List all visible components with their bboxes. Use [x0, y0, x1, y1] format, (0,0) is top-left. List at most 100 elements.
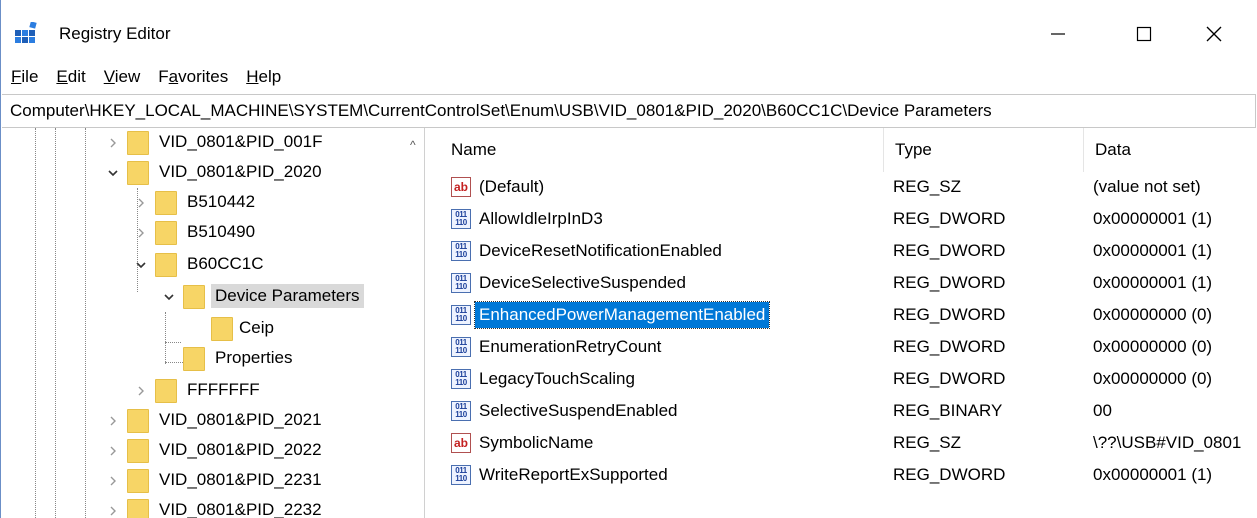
chevron-right-icon[interactable]	[105, 443, 121, 459]
chevron-right-icon[interactable]	[105, 135, 121, 151]
tree-item-label: VID_0801&PID_2021	[159, 410, 322, 429]
value-name: SelectiveSuspendEnabled	[479, 401, 678, 420]
tree-item-label: FFFFFFF	[187, 380, 260, 399]
value-data: \??\USB#VID_0801	[1093, 433, 1242, 452]
column-header-type[interactable]: Type	[883, 128, 1083, 172]
menu-favorites[interactable]: Favorites	[149, 67, 237, 87]
value-name: SymbolicName	[479, 433, 594, 452]
tree-item[interactable]: B510490	[9, 218, 407, 248]
value-type: REG_DWORD	[893, 337, 1006, 356]
column-header-name[interactable]: Name	[439, 128, 883, 172]
tree-item[interactable]: VID_0801&PID_2020	[9, 158, 407, 188]
tree-item[interactable]: B510442	[9, 188, 407, 218]
value-data: 0x00000001 (1)	[1093, 273, 1213, 292]
folder-icon	[127, 131, 149, 155]
menu-help[interactable]: Help	[237, 67, 290, 87]
tree-item[interactable]: VID_0801&PID_2232	[9, 496, 407, 518]
key-tree-pane[interactable]: ^ VID_0801&PID_001F VID_0801&PID_2020 B510…	[9, 128, 425, 518]
folder-icon	[127, 439, 149, 463]
value-row[interactable]: 011 110 WriteReportExSupported REG_DWORD 0x0…	[439, 460, 1257, 492]
menu-file[interactable]: File	[1, 67, 47, 87]
value-type: REG_DWORD	[893, 465, 1006, 484]
folder-icon	[127, 409, 149, 433]
chevron-right-icon[interactable]	[133, 383, 149, 399]
value-data: 0x00000001 (1)	[1093, 465, 1213, 484]
value-row[interactable]: 011 110 DeviceResetNotificationEnabled REG_…	[439, 236, 1257, 268]
pane-splitter[interactable]	[425, 128, 439, 518]
tree-item-label: B60CC1C	[187, 254, 264, 273]
tree-item[interactable]: FFFFFFF	[9, 376, 407, 406]
string-value-icon: ab	[451, 177, 471, 197]
menu-edit[interactable]: Edit	[47, 67, 94, 87]
minimize-icon	[1051, 33, 1065, 35]
binary-value-icon: 011 110	[451, 209, 471, 229]
column-header-data-label: Data	[1095, 140, 1131, 159]
menu-view[interactable]: View	[95, 67, 150, 87]
scroll-up-arrow-icon[interactable]: ^	[410, 138, 416, 152]
binary-value-icon: 011 110	[451, 273, 471, 293]
chevron-right-icon[interactable]	[105, 473, 121, 489]
value-name: DeviceSelectiveSuspended	[479, 273, 686, 292]
folder-icon	[155, 253, 177, 277]
folder-icon	[127, 161, 149, 185]
tree-item[interactable]: VID_0801&PID_2021	[9, 406, 407, 436]
tree-item[interactable]: Device Parameters	[9, 282, 407, 312]
folder-icon	[155, 221, 177, 245]
value-data: (value not set)	[1093, 177, 1201, 196]
close-button[interactable]	[1181, 12, 1247, 56]
value-row[interactable]: 011 110 EnumerationRetryCount REG_DWORD 0x00…	[439, 332, 1257, 364]
chevron-right-icon[interactable]	[105, 413, 121, 429]
value-name: (Default)	[479, 177, 545, 196]
registry-editor-window: Registry Editor File Edit View Favorites Hel…	[0, 0, 1257, 518]
column-header-type-label: Type	[895, 140, 932, 159]
tree-item-label: VID_0801&PID_2231	[159, 470, 322, 489]
chevron-right-icon[interactable]	[133, 225, 149, 241]
chevron-down-icon[interactable]	[105, 165, 121, 181]
value-row[interactable]: 011 110 EnhancedPowerManagementEnabled REG_…	[439, 300, 1257, 332]
window-title: Registry Editor	[59, 24, 171, 43]
registry-editor-app-icon	[15, 22, 37, 43]
value-type: REG_BINARY	[893, 401, 1003, 420]
value-row[interactable]: ab SymbolicName REG_SZ \??\USB#VID_0801	[439, 428, 1257, 460]
tree-item[interactable]: VID_0801&PID_2022	[9, 436, 407, 466]
tree-item-label: B510490	[187, 222, 256, 241]
column-header-name-label: Name	[451, 140, 497, 159]
folder-icon	[127, 499, 149, 518]
value-data: 0x00000000 (0)	[1093, 369, 1213, 388]
value-type: REG_SZ	[893, 433, 962, 452]
tree-item[interactable]: Properties	[9, 344, 407, 374]
tree-scrollbar[interactable]: ^	[407, 128, 424, 518]
value-name: EnumerationRetryCount	[479, 337, 662, 356]
address-bar[interactable]: Computer\HKEY_LOCAL_MACHINE\SYSTEM\Curre…	[2, 94, 1256, 128]
value-data: 0x00000001 (1)	[1093, 209, 1213, 228]
value-row[interactable]: 011 110 LegacyTouchScaling REG_DWORD 0x00000…	[439, 364, 1257, 396]
minimize-button[interactable]	[1025, 12, 1091, 56]
tree-item[interactable]: VID_0801&PID_001F	[9, 128, 407, 158]
value-row[interactable]: 011 110 SelectiveSuspendEnabled REG_BINARY 0…	[439, 396, 1257, 428]
tree-item-label: VID_0801&PID_2022	[159, 440, 322, 459]
value-name: AllowIdleIrpInD3	[479, 209, 603, 228]
binary-value-icon: 011 110	[451, 401, 471, 421]
menu-bar: File Edit View Favorites Help	[1, 60, 1257, 94]
tree-item[interactable]: VID_0801&PID_2231	[9, 466, 407, 496]
values-list-pane[interactable]: Name Type Data ab (Default) REG_SZ (value n…	[439, 128, 1257, 518]
folder-icon	[155, 191, 177, 215]
tree-item-label: VID_0801&PID_001F	[159, 132, 323, 151]
chevron-down-icon[interactable]	[133, 257, 149, 273]
value-row[interactable]: 011 110 AllowIdleIrpInD3 REG_DWORD 0x0000000…	[439, 204, 1257, 236]
maximize-button[interactable]	[1111, 12, 1177, 56]
address-path: Computer\HKEY_LOCAL_MACHINE\SYSTEM\Curre…	[10, 101, 992, 120]
value-row[interactable]: 011 110 DeviceSelectiveSuspended REG_DWORD 0…	[439, 268, 1257, 300]
column-header-data[interactable]: Data	[1083, 128, 1257, 172]
chevron-right-icon[interactable]	[133, 195, 149, 211]
chevron-right-icon[interactable]	[105, 503, 121, 518]
tree-item-label: VID_0801&PID_2020	[159, 162, 322, 181]
tree-item[interactable]: Ceip	[9, 314, 407, 344]
chevron-down-icon[interactable]	[161, 289, 177, 305]
value-name: EnhancedPowerManagementEnabled	[473, 301, 771, 329]
tree-item[interactable]: B60CC1C	[9, 250, 407, 280]
tree-item-label: Device Parameters	[211, 284, 364, 308]
value-name: LegacyTouchScaling	[479, 369, 635, 388]
value-row[interactable]: ab (Default) REG_SZ (value not set)	[439, 172, 1257, 204]
folder-icon	[183, 347, 205, 371]
